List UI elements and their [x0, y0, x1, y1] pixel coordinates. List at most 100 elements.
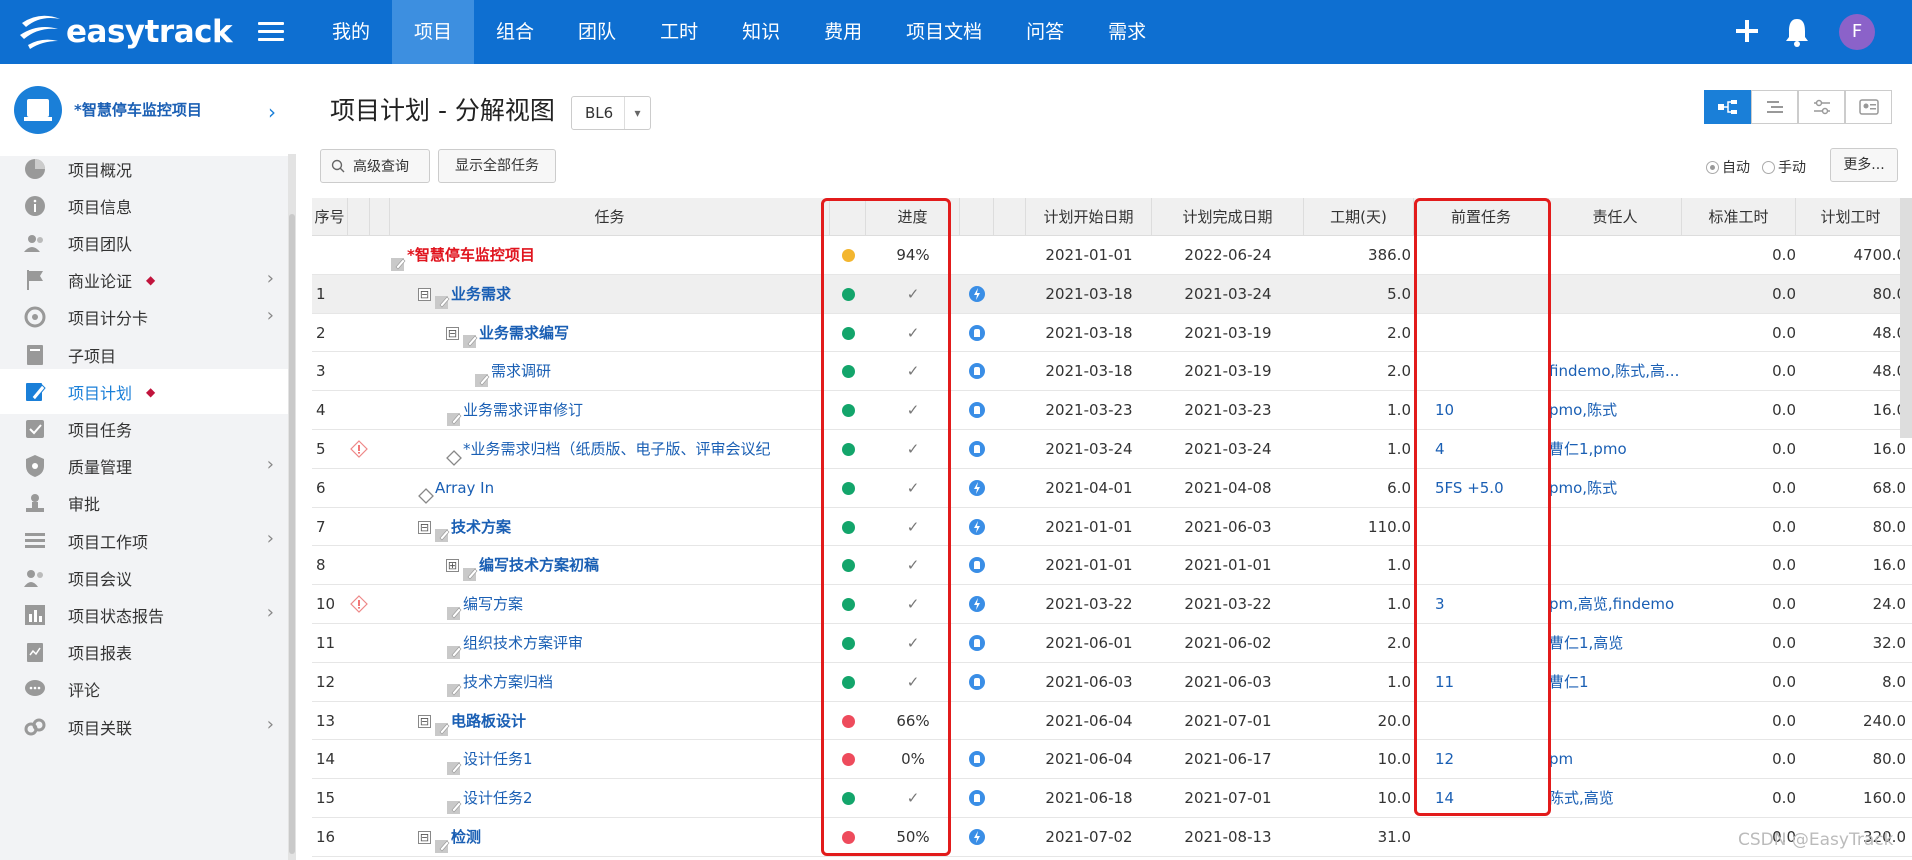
owner[interactable]	[1549, 508, 1689, 546]
task-name[interactable]: 业务需求编写	[479, 324, 569, 342]
task-name[interactable]: 需求调研	[491, 362, 551, 380]
collapse-icon[interactable]: ⊟	[418, 714, 431, 728]
task-cell[interactable]: 需求调研	[390, 352, 830, 390]
advanced-search-button[interactable]: 高级查询	[320, 149, 430, 183]
owner[interactable]: pm	[1549, 740, 1689, 778]
chevron-right-icon[interactable]: ›	[268, 100, 276, 124]
table-row[interactable]: 4 业务需求评审修订 ✓ 2021-03-23 2021-03-23 1.0 10 pmo,陈…	[312, 391, 1912, 430]
show-all-tasks-button[interactable]: 显示全部任务	[438, 149, 556, 183]
collapse-icon[interactable]: ⊟	[418, 520, 431, 534]
baseline-select[interactable]: BL6 ▾	[571, 96, 651, 130]
nav-item[interactable]: 费用	[802, 0, 884, 64]
user-avatar[interactable]: F	[1839, 14, 1875, 50]
collapse-icon[interactable]: ⊟	[446, 326, 459, 340]
warning-icon[interactable]	[350, 585, 370, 623]
table-row[interactable]: 13 ⊟ 电路板设计 66% 2021-06-04 2021-07-01 20.0 0.0 24…	[312, 702, 1912, 741]
task-cell[interactable]: ⊟ 技术方案	[390, 508, 830, 546]
task-cell[interactable]: ⊟ 业务需求	[390, 275, 830, 313]
col-end[interactable]: 计划完成日期	[1152, 198, 1304, 236]
sidebar-item[interactable]: 项目关联 ›	[0, 704, 290, 749]
owner[interactable]: 曹仁1	[1549, 663, 1689, 701]
owner[interactable]	[1549, 818, 1689, 856]
table-row[interactable]: 1 ⊟ 业务需求 ✓ 2021-03-18 2021-03-24 5.0 0.0 80.0	[312, 274, 1912, 314]
task-cell[interactable]: 业务需求评审修订	[390, 391, 830, 429]
task-name[interactable]: 业务需求评审修订	[463, 401, 583, 419]
menu-toggle-icon[interactable]	[258, 22, 284, 42]
task-cell[interactable]: ⊟ 检测	[390, 818, 830, 856]
task-name[interactable]: 技术方案归档	[463, 673, 553, 691]
nav-item[interactable]: 我的	[310, 0, 392, 64]
task-name[interactable]: 电路板设计	[451, 712, 526, 730]
col-owner[interactable]: 责任人	[1549, 198, 1682, 236]
task-cell[interactable]: 技术方案归档	[390, 663, 830, 701]
notification-bell-icon[interactable]	[1782, 16, 1812, 48]
nav-item[interactable]: 项目文档	[884, 0, 1004, 64]
collapse-icon[interactable]: ⊟	[418, 831, 431, 844]
card-view-button[interactable]	[1845, 90, 1892, 124]
nav-item[interactable]: 组合	[474, 0, 556, 64]
manual-radio[interactable]	[1762, 160, 1775, 174]
table-row[interactable]: 11 组织技术方案评审 ✓ 2021-06-01 2021-06-02 2.0 曹仁1,高览…	[312, 624, 1912, 663]
owner[interactable]: pmo,陈式	[1549, 469, 1689, 507]
gantt-view-button[interactable]	[1751, 90, 1798, 124]
task-cell[interactable]: *智慧停车监控项目	[390, 236, 830, 274]
task-cell[interactable]: Array In	[390, 469, 830, 507]
table-row[interactable]: 2 ⊟ 业务需求编写 ✓ 2021-03-18 2021-03-19 2.0 0.0 48.0	[312, 314, 1912, 353]
col-duration[interactable]: 工期(天)	[1304, 198, 1414, 236]
col-task[interactable]: 任务	[390, 198, 830, 236]
table-row[interactable]: 6 Array In ✓ 2021-04-01 2021-04-08 6.0 5FS +5.…	[312, 469, 1912, 508]
task-cell[interactable]: *业务需求归档（纸质版、电子版、评审会议纪	[390, 430, 830, 468]
owner[interactable]: pmo,陈式	[1549, 391, 1689, 429]
easytrack-logo[interactable]: easytrack	[18, 12, 233, 52]
task-name[interactable]: 编写方案	[463, 595, 523, 613]
owner[interactable]	[1549, 546, 1689, 584]
owner[interactable]: 陈式,高览	[1549, 779, 1689, 817]
task-name[interactable]: *业务需求归档（纸质版、电子版、评审会议纪	[463, 440, 771, 458]
task-name[interactable]: 设计任务2	[463, 789, 533, 807]
more-button[interactable]: 更多...	[1830, 148, 1898, 182]
task-name[interactable]: 组织技术方案评审	[463, 634, 583, 652]
task-name[interactable]: Array In	[435, 479, 494, 497]
task-name[interactable]: 检测	[451, 828, 481, 846]
table-row[interactable]: 10 编写方案 ✓ 2021-03-22 2021-03-22 1.0 3 pm,高览,fin…	[312, 585, 1912, 624]
table-row[interactable]: 5 *业务需求归档（纸质版、电子版、评审会议纪 ✓ 2021-03-24 2021-03…	[312, 430, 1912, 469]
task-cell[interactable]: ⊟ 业务需求编写	[390, 314, 830, 352]
table-row[interactable]: *智慧停车监控项目 94% 2021-01-01 2022-06-24 386.0 0.0…	[312, 236, 1912, 275]
table-row[interactable]: 12 技术方案归档 ✓ 2021-06-03 2021-06-03 1.0 11 曹仁1 0.0…	[312, 663, 1912, 702]
task-cell[interactable]: 设计任务1	[390, 740, 830, 778]
warning-icon[interactable]	[350, 430, 370, 468]
col-no[interactable]: 序号	[312, 198, 348, 236]
owner[interactable]	[1549, 314, 1689, 352]
col-std-hours[interactable]: 标准工时	[1682, 198, 1796, 236]
table-row[interactable]: 3 需求调研 ✓ 2021-03-18 2021-03-19 2.0 findemo,陈式,…	[312, 352, 1912, 392]
sidebar-scrollbar[interactable]	[288, 154, 296, 860]
task-cell[interactable]: 组织技术方案评审	[390, 624, 830, 662]
task-name[interactable]: 技术方案	[451, 518, 511, 536]
predecessor[interactable]	[1423, 818, 1533, 856]
task-cell[interactable]: ⊞ 编写技术方案初稿	[390, 546, 830, 584]
task-cell[interactable]: 设计任务2	[390, 779, 830, 817]
grid-scrollbar[interactable]	[1900, 198, 1912, 438]
col-start[interactable]: 计划开始日期	[1026, 198, 1152, 236]
owner[interactable]: 曹仁1,pmo	[1549, 430, 1689, 468]
breakdown-view-button[interactable]	[1704, 90, 1751, 124]
owner[interactable]	[1549, 275, 1689, 313]
owner[interactable]: 曹仁1,高览	[1549, 624, 1689, 662]
col-plan-hours[interactable]: 计划工时	[1796, 198, 1906, 236]
table-row[interactable]: 15 设计任务2 ✓ 2021-06-18 2021-07-01 10.0 14 陈式,高览 0…	[312, 779, 1912, 818]
nav-item[interactable]: 问答	[1004, 0, 1086, 64]
add-icon[interactable]	[1730, 14, 1764, 48]
owner[interactable]	[1549, 702, 1689, 740]
table-row[interactable]: 14 设计任务1 0% 2021-06-04 2021-06-17 10.0 12 pm 0.0…	[312, 740, 1912, 780]
project-header[interactable]: *智慧停车监控项目 ›	[0, 64, 296, 156]
task-cell[interactable]: ⊟ 电路板设计	[390, 702, 830, 740]
task-name[interactable]: *智慧停车监控项目	[407, 246, 535, 264]
nav-item[interactable]: 需求	[1086, 0, 1168, 64]
nav-item[interactable]: 工时	[638, 0, 720, 64]
table-row[interactable]: 16 ⊟ 检测 50% 2021-07-02 2021-08-13 31.0 0.0 320.0	[312, 818, 1912, 857]
expand-icon[interactable]: ⊞	[446, 559, 459, 573]
task-name[interactable]: 业务需求	[451, 285, 511, 303]
owner[interactable]: findemo,陈式,高...	[1549, 352, 1689, 390]
table-row[interactable]: 8 ⊞ 编写技术方案初稿 ✓ 2021-01-01 2021-01-01 1.0 0.0 16.…	[312, 546, 1912, 586]
nav-item[interactable]: 团队	[556, 0, 638, 64]
